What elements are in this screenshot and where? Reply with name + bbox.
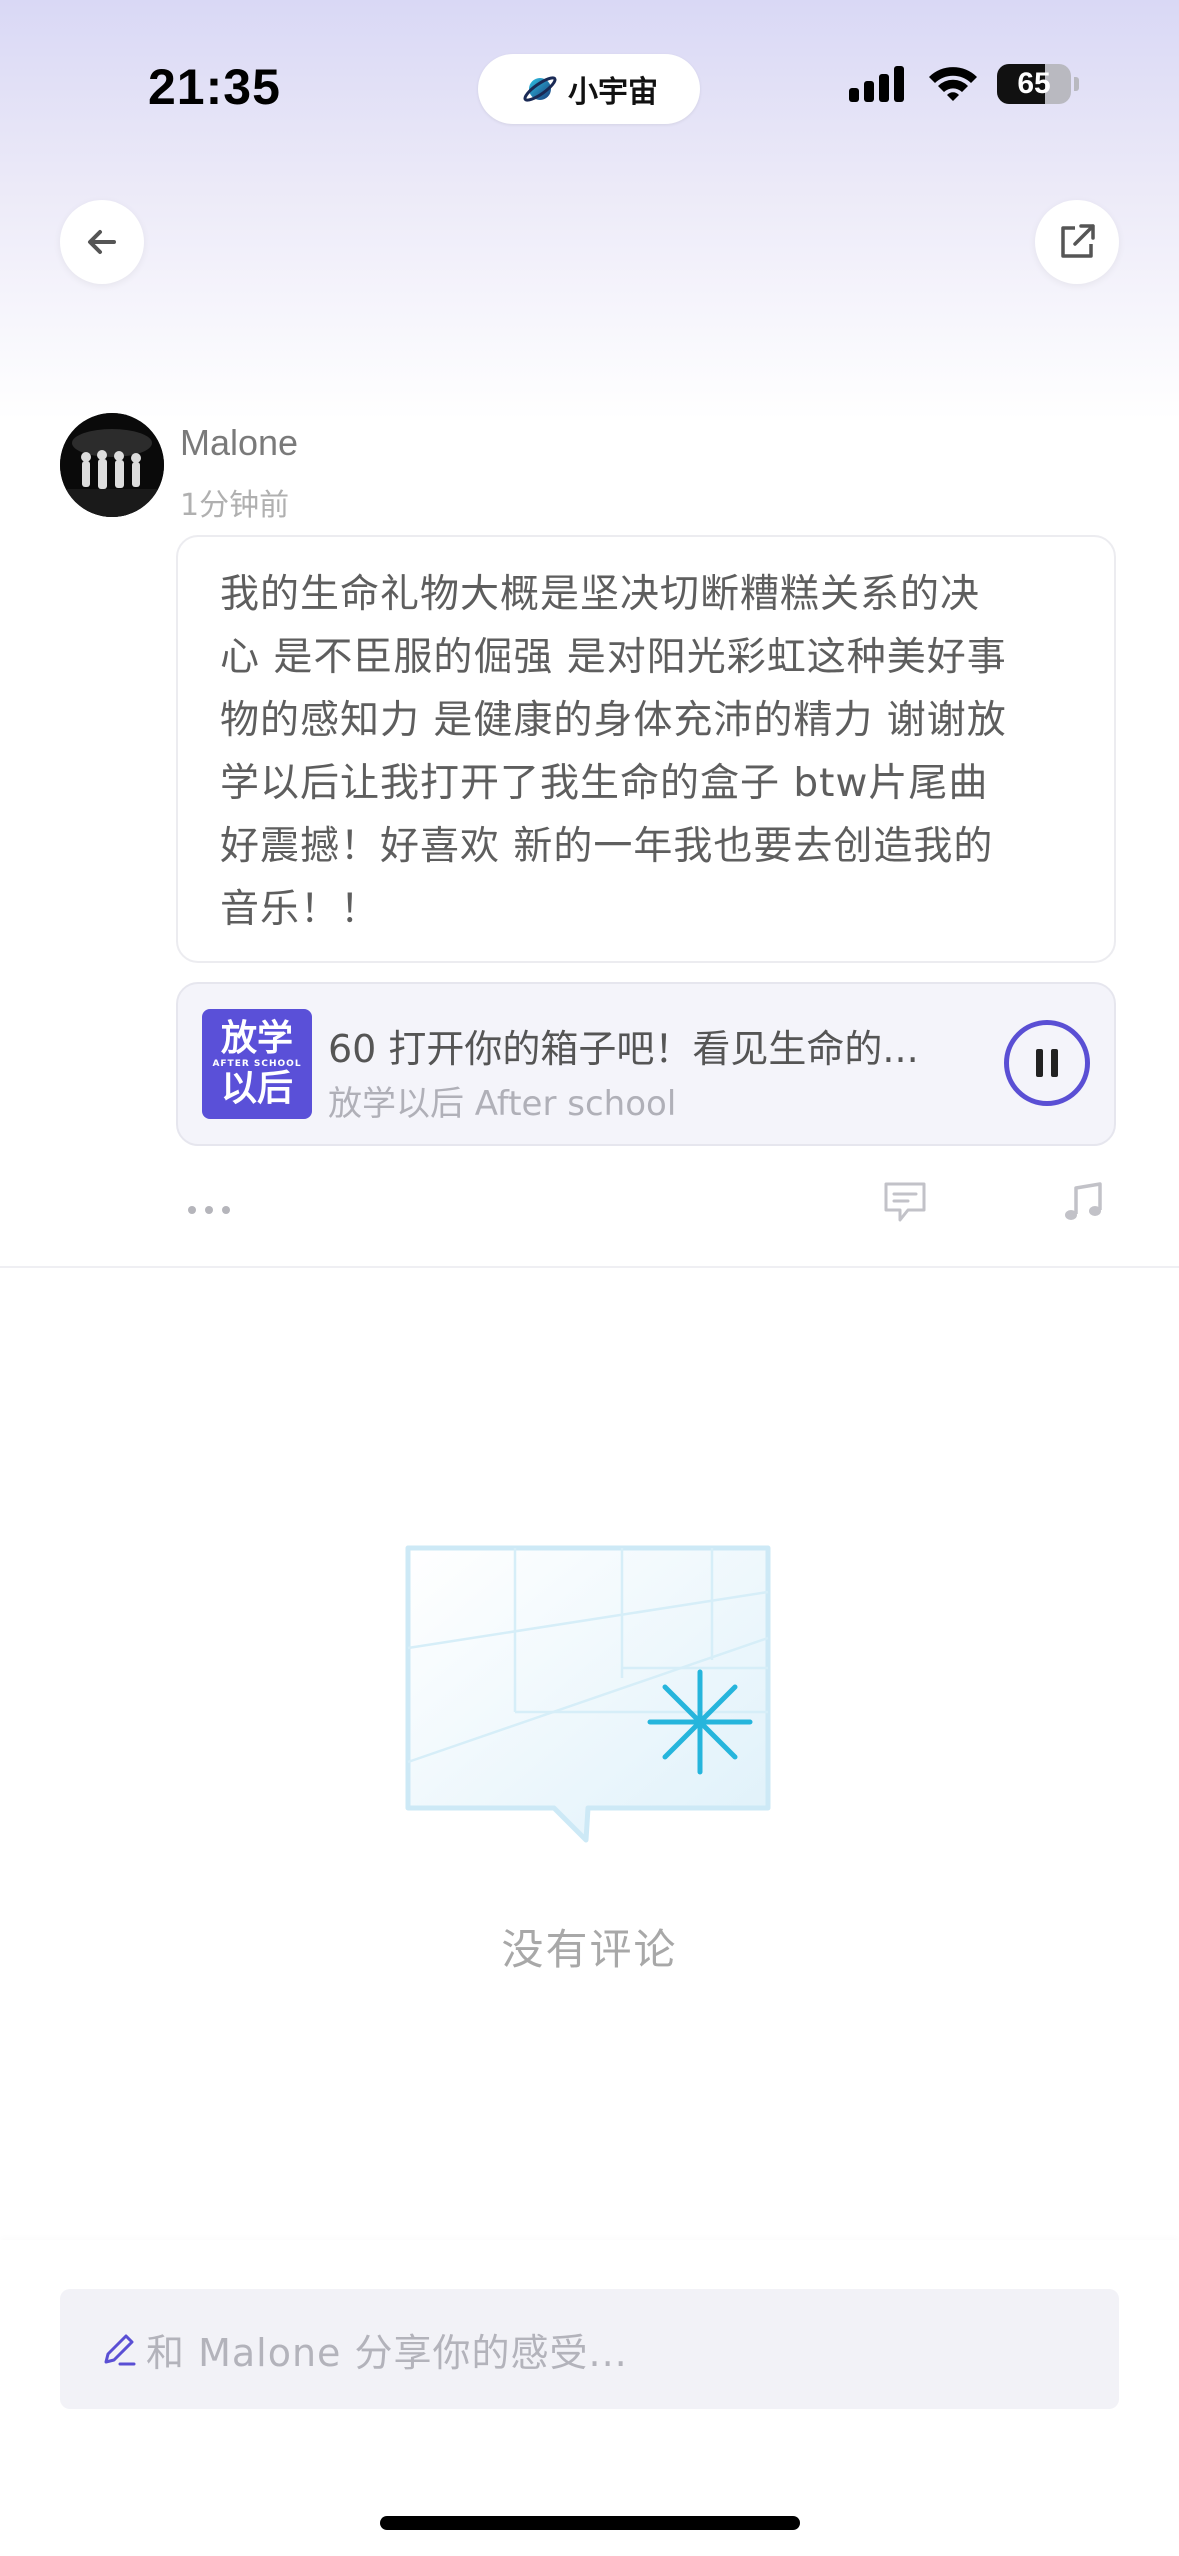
share-button[interactable]: [1035, 200, 1119, 284]
status-time: 21:35: [148, 59, 281, 115]
post-text-line: 音乐！！: [220, 887, 381, 932]
planet-icon: [523, 76, 557, 102]
share-external-icon: [1061, 224, 1095, 258]
home-indicator: [380, 2516, 800, 2530]
music-note-icon[interactable]: [1062, 1180, 1106, 1224]
podcast-name: 放学以后 After school: [328, 1084, 677, 1124]
pause-icon: [1036, 1049, 1043, 1077]
episode-card[interactable]: 放学 AFTER SCHOOL 以后 60 打开你的箱子吧！看见生命的... 放…: [176, 982, 1116, 1146]
cover-title-top: 放学: [220, 1018, 293, 1059]
comment-icon[interactable]: [882, 1180, 928, 1224]
post-text-line: 我的生命礼物大概是坚决切断糟糕关系的决: [220, 572, 981, 617]
pause-button[interactable]: [1004, 1020, 1090, 1106]
battery-percent: 65: [1017, 67, 1051, 100]
empty-comments-text: 没有评论: [501, 1925, 678, 1974]
pause-icon: [1051, 1049, 1058, 1077]
app-label: 小宇宙: [568, 75, 658, 110]
empty-comments-illustration: [405, 1545, 771, 1843]
post-action-bar: [0, 1180, 1179, 1240]
battery-tip: [1074, 77, 1079, 91]
author-avatar[interactable]: [60, 413, 164, 517]
dynamic-island-app-indicator[interactable]: 小宇宙: [478, 54, 700, 124]
author-name[interactable]: Malone: [180, 422, 298, 464]
post-content-card: 我的生命礼物大概是坚决切断糟糕关系的决 心 是不臣服的倔强 是对阳光彩虹这种美好…: [176, 535, 1116, 963]
episode-title: 60 打开你的箱子吧！看见生命的...: [328, 1027, 919, 1071]
section-divider: [0, 1266, 1179, 1268]
back-button[interactable]: [60, 200, 144, 284]
comment-input[interactable]: 和 Malone 分享你的感受...: [60, 2289, 1119, 2409]
arrow-left-icon: [88, 230, 116, 254]
post-text-line: 学以后让我打开了我生命的盒子 btw片尾曲: [220, 761, 989, 806]
avatar-image: [60, 413, 164, 517]
cellular-signal-icon: [849, 66, 904, 102]
battery-indicator: 65: [997, 64, 1071, 104]
post-text-line: 心 是不臣服的倔强 是对阳光彩虹这种美好事: [220, 635, 1007, 680]
cover-title-bottom: 以后: [220, 1068, 293, 1109]
post-text-line: 物的感知力 是健康的身体充沛的精力 谢谢放: [220, 698, 1007, 743]
post-time: 1分钟前: [180, 488, 290, 523]
podcast-cover: 放学 AFTER SCHOOL 以后: [202, 1009, 312, 1119]
pencil-icon: [104, 2334, 136, 2366]
more-dots-icon[interactable]: [186, 1202, 232, 1218]
status-icons: 65: [849, 64, 1079, 104]
wifi-icon: [929, 67, 977, 101]
comment-placeholder: 和 Malone 分享你的感受...: [146, 2330, 628, 2375]
post-text-line: 好震撼！好喜欢 新的一年我也要去创造我的: [220, 824, 994, 869]
post-text: 我的生命礼物大概是坚决切断糟糕关系的决 心 是不臣服的倔强 是对阳光彩虹这种美好…: [220, 563, 1074, 941]
